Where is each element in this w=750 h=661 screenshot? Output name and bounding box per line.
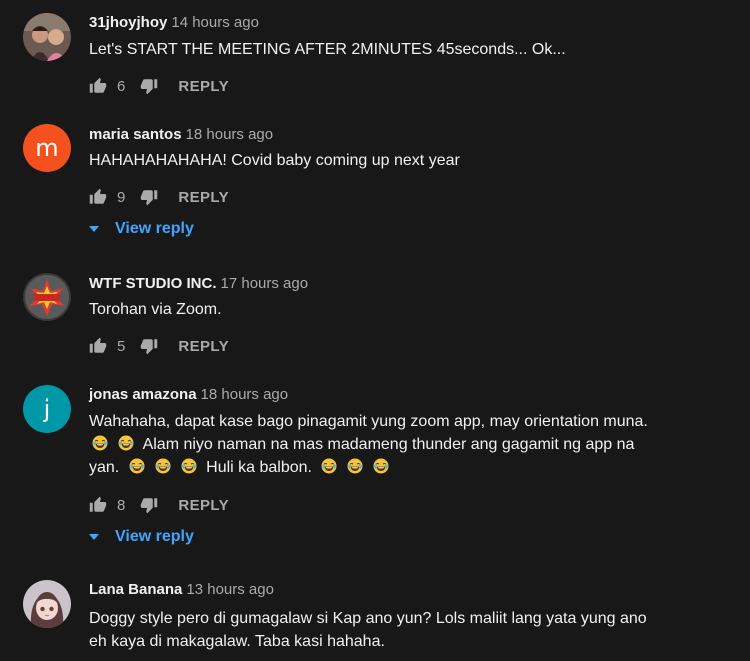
- thumbs-down-icon[interactable]: [140, 77, 158, 95]
- comment-line: Alam niyo naman na mas madameng thunder …: [89, 433, 689, 456]
- avatar[interactable]: m: [23, 124, 71, 172]
- view-reply-label: View reply: [115, 220, 194, 237]
- thumbs-down-icon[interactable]: [140, 337, 158, 355]
- comment-header: Lana Banana 13 hours ago: [89, 581, 274, 598]
- comment-line: Doggy style pero di gumagalaw si Kap ano…: [89, 610, 647, 627]
- reply-button[interactable]: REPLY: [178, 189, 229, 206]
- comment-line-text: yan.: [89, 459, 120, 476]
- reply-button[interactable]: REPLY: [178, 338, 229, 355]
- thumbs-up-icon[interactable]: [89, 496, 107, 514]
- timestamp[interactable]: 18 hours ago: [186, 126, 274, 143]
- avatar[interactable]: j: [23, 385, 71, 433]
- timestamp[interactable]: 14 hours ago: [171, 14, 259, 31]
- comment-actions: 6 REPLY: [89, 76, 229, 96]
- timestamp[interactable]: 17 hours ago: [221, 275, 309, 292]
- thumbs-up-icon[interactable]: [89, 337, 107, 355]
- anime-girl-avatar-icon: [23, 580, 71, 628]
- laughing-tears-emoji-icon: [181, 458, 197, 474]
- comment-line: HAHAHAHAHAHA! Covid baby coming up next …: [89, 152, 460, 169]
- comment-header: WTF STUDIO INC. 17 hours ago: [89, 275, 308, 292]
- comment-actions: 8 REPLY: [89, 495, 229, 515]
- comment-text: Torohan via Zoom.: [89, 298, 689, 321]
- avatar[interactable]: [23, 580, 71, 628]
- avatar-letter: m: [35, 134, 59, 162]
- comment-text: Wahahaha, dapat kase bago pinagamit yung…: [89, 410, 689, 479]
- laughing-tears-emoji-icon: [373, 458, 389, 474]
- author-name[interactable]: WTF STUDIO INC.: [89, 275, 217, 292]
- comment-text: Let's START THE MEETING AFTER 2MINUTES 4…: [89, 38, 689, 61]
- photo-avatar-icon: [23, 13, 71, 61]
- author-name[interactable]: Lana Banana: [89, 581, 182, 598]
- comment-text: Doggy style pero di gumagalaw si Kap ano…: [89, 607, 689, 653]
- view-reply-button[interactable]: View reply: [89, 220, 194, 238]
- like-count: 5: [117, 337, 126, 355]
- comment-header: maria santos 18 hours ago: [89, 126, 273, 143]
- comment-line-text: Huli ka balbon.: [206, 459, 312, 476]
- avatar[interactable]: [23, 273, 71, 321]
- author-name[interactable]: 31jhoyjhoy: [89, 14, 167, 31]
- timestamp[interactable]: 13 hours ago: [186, 581, 274, 598]
- laughing-tears-emoji-icon: [92, 435, 108, 451]
- comment-line: eh kaya di makagalaw. Taba kasi hahaha.: [89, 633, 385, 650]
- avatar-letter: j: [43, 395, 51, 423]
- caret-down-icon: [89, 534, 99, 540]
- comment-line-text: Alam niyo naman na mas madameng thunder …: [142, 436, 635, 453]
- author-name[interactable]: jonas amazona: [89, 386, 197, 403]
- avatar[interactable]: [23, 13, 71, 61]
- comment-line: yan. Huli ka balbon.: [89, 456, 689, 479]
- reply-button[interactable]: REPLY: [178, 78, 229, 95]
- thumbs-up-icon[interactable]: [89, 77, 107, 95]
- reply-button[interactable]: REPLY: [178, 497, 229, 514]
- author-name[interactable]: maria santos: [89, 126, 182, 143]
- like-count: 9: [117, 188, 126, 206]
- comment-text: HAHAHAHAHAHA! Covid baby coming up next …: [89, 149, 689, 172]
- thumbs-down-icon[interactable]: [140, 188, 158, 206]
- comment-header: 31jhoyjhoy 14 hours ago: [89, 14, 259, 31]
- comment-line: Let's START THE MEETING AFTER 2MINUTES 4…: [89, 41, 566, 58]
- wtf-logo-avatar-icon: [23, 273, 71, 321]
- like-count: 8: [117, 496, 126, 514]
- comment-line: Wahahaha, dapat kase bago pinagamit yung…: [89, 413, 648, 430]
- view-reply-label: View reply: [115, 528, 194, 545]
- comment-line: Torohan via Zoom.: [89, 301, 222, 318]
- laughing-tears-emoji-icon: [155, 458, 171, 474]
- timestamp[interactable]: 18 hours ago: [201, 386, 289, 403]
- thumbs-down-icon[interactable]: [140, 496, 158, 514]
- laughing-tears-emoji-icon: [118, 435, 134, 451]
- view-reply-button[interactable]: View reply: [89, 528, 194, 546]
- laughing-tears-emoji-icon: [347, 458, 363, 474]
- comment-actions: 9 REPLY: [89, 187, 229, 207]
- comment-header: jonas amazona 18 hours ago: [89, 386, 288, 403]
- laughing-tears-emoji-icon: [129, 458, 145, 474]
- laughing-tears-emoji-icon: [321, 458, 337, 474]
- like-count: 6: [117, 77, 126, 95]
- comment-actions: 5 REPLY: [89, 336, 229, 356]
- caret-down-icon: [89, 226, 99, 232]
- thumbs-up-icon[interactable]: [89, 188, 107, 206]
